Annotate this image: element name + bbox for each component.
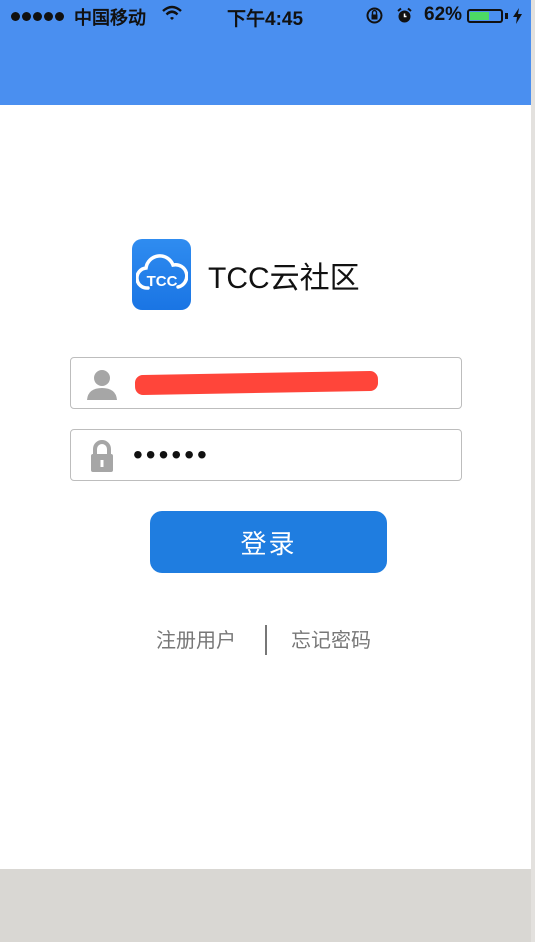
charging-bolt-icon — [513, 8, 522, 24]
status-bar: 中国移动 下午4:45 62% — [0, 0, 531, 32]
battery-icon — [467, 9, 503, 23]
alarm-icon — [397, 7, 412, 23]
blue-header-bar: 中国移动 下午4:45 62% — [0, 0, 531, 105]
phone-screen: 中国移动 下午4:45 62% TCC TCC云社区 •••••• 登录 注册用… — [0, 0, 531, 942]
username-field[interactable] — [70, 357, 462, 409]
register-link[interactable]: 注册用户 — [156, 624, 236, 653]
signal-dots-icon — [11, 12, 64, 21]
battery-tip — [505, 13, 508, 19]
bottom-bar — [0, 869, 531, 942]
app-brand: TCC TCC云社区 — [132, 239, 360, 310]
password-field[interactable] — [70, 429, 462, 481]
login-button[interactable]: 登录 — [150, 511, 387, 573]
user-icon — [87, 370, 117, 400]
cloud-logo-icon: TCC — [132, 239, 191, 310]
forgot-password-link[interactable]: 忘记密码 — [291, 624, 371, 653]
account-links: 注册用户 忘记密码 — [156, 624, 396, 656]
battery-percentage: 62% — [424, 4, 463, 25]
right-edge — [531, 0, 535, 942]
app-title: TCC云社区 — [208, 261, 360, 295]
logo-text: TCC — [146, 273, 177, 290]
link-divider — [265, 625, 267, 655]
status-time: 下午4:45 — [227, 9, 304, 30]
rotation-lock-icon — [366, 7, 383, 24]
battery-level-fill — [470, 12, 489, 20]
carrier-name: 中国移动 — [74, 8, 146, 29]
wifi-icon — [162, 5, 182, 20]
redaction-mark — [134, 370, 379, 396]
password-input[interactable] — [133, 438, 453, 472]
cloud-logo-mark: TCC — [135, 253, 188, 290]
lock-icon — [91, 440, 113, 472]
